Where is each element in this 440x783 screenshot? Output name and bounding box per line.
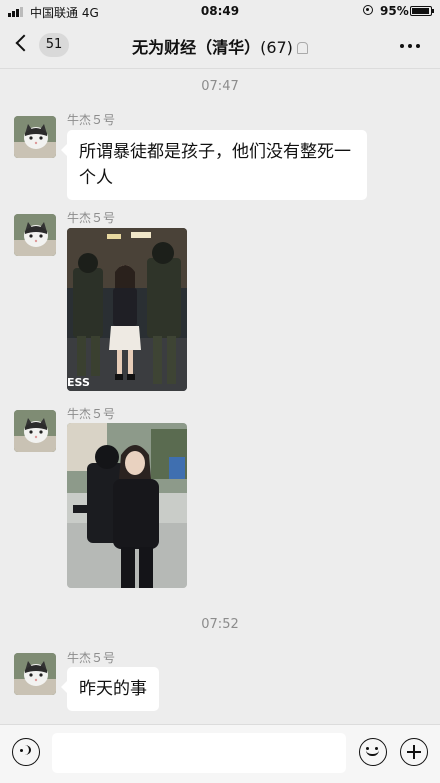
- avatar[interactable]: [14, 410, 56, 452]
- plus-icon[interactable]: [400, 738, 428, 766]
- status-bar: 中国联通 4G 08:49 95%: [0, 0, 440, 24]
- chat-header: 51 无为财经（清华）(67): [0, 24, 440, 69]
- avatar[interactable]: [14, 116, 56, 158]
- timestamp: 07:47: [201, 79, 239, 94]
- input-bar: [0, 724, 440, 783]
- sender-name: 牛杰５号: [67, 407, 116, 421]
- sender-name: 牛杰５号: [67, 113, 116, 127]
- battery-icon: [410, 6, 434, 16]
- photo-watermark: ESS: [67, 376, 90, 389]
- photo-message[interactable]: ESS: [67, 228, 187, 391]
- photo-message[interactable]: [67, 423, 187, 588]
- avatar[interactable]: [14, 214, 56, 256]
- emoji-icon[interactable]: [359, 738, 387, 766]
- rotation-lock-icon: [363, 5, 373, 15]
- more-icon[interactable]: [400, 44, 420, 48]
- message-bubble[interactable]: 昨天的事: [61, 667, 159, 711]
- message-bubble[interactable]: 所谓暴徒都是孩子，他们没有整死一个人: [61, 130, 367, 200]
- mute-icon: [296, 42, 308, 54]
- message-input[interactable]: [52, 733, 346, 773]
- avatar[interactable]: [14, 653, 56, 695]
- member-count: (67): [260, 38, 293, 57]
- sender-name: 牛杰５号: [67, 651, 116, 665]
- status-time: 08:49: [200, 4, 240, 18]
- timestamp: 07:52: [201, 617, 239, 632]
- sender-name: 牛杰５号: [67, 211, 116, 225]
- battery-percent: 95%: [380, 4, 409, 18]
- chat-title: 无为财经（清华）(67): [0, 34, 440, 58]
- message-list[interactable]: 07:47 牛杰５号 所谓暴徒都是孩子，他们没有整死一个人 牛杰５号 ESS 牛…: [0, 69, 440, 724]
- voice-icon[interactable]: [12, 738, 40, 766]
- group-name: 无为财经（清华）: [132, 38, 261, 57]
